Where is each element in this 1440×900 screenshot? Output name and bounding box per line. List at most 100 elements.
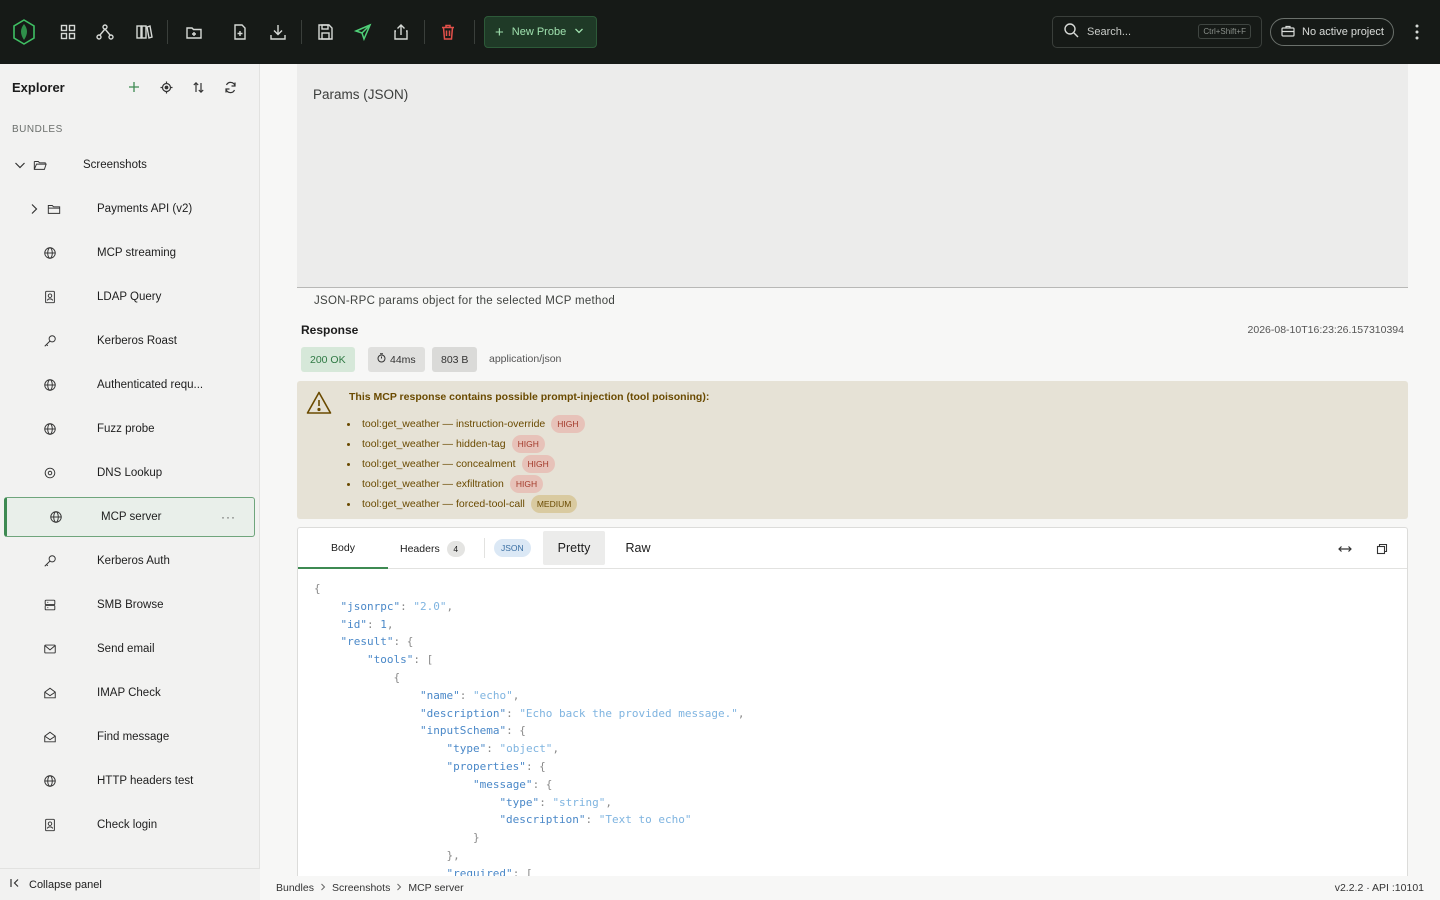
json-format-chip: JSON	[494, 539, 531, 557]
sidebar-item-label: Kerberos Auth	[97, 555, 170, 567]
sidebar-item-label: Kerberos Roast	[97, 335, 177, 347]
sidebar-item[interactable]: Kerberos Auth	[4, 541, 255, 581]
export-icon[interactable]	[385, 16, 417, 48]
sidebar-item[interactable]: LDAP Query	[4, 277, 255, 317]
response-body-panel: Body Headers 4 JSON Pretty Raw { "jsonrpc…	[297, 527, 1408, 900]
sidebar-item[interactable]: Fuzz probe	[4, 409, 255, 449]
breadcrumb-item[interactable]: Bundles	[276, 882, 314, 894]
search-icon	[1063, 22, 1079, 43]
sidebar-item[interactable]: Send email	[4, 629, 255, 669]
severity-badge: HIGH	[509, 475, 544, 493]
toolbar-divider	[474, 20, 475, 44]
tab-body[interactable]: Body	[298, 528, 388, 569]
collapse-left-icon	[10, 878, 20, 891]
raw-button[interactable]: Raw	[609, 531, 667, 565]
globe-icon	[42, 773, 58, 789]
warning-item-text: tool:get_weather — concealment	[362, 458, 516, 470]
sidebar-item[interactable]: Kerberos Roast	[4, 321, 255, 361]
search-shortcut: Ctrl+Shift+F	[1198, 24, 1251, 39]
sidebar-item-label: Find message	[97, 731, 170, 743]
new-folder-icon[interactable]	[178, 16, 210, 48]
new-probe-label: New Probe	[511, 26, 567, 38]
warning-item: tool:get_weather — forced-tool-call MEDIU…	[347, 495, 578, 513]
sidebar-item[interactable]: Screenshots	[4, 145, 255, 185]
sidebar-item[interactable]: HTTP headers test	[4, 761, 255, 801]
contact-icon	[42, 289, 58, 305]
breadcrumb-item[interactable]: Screenshots	[332, 882, 390, 894]
sidebar-item-label: Send email	[97, 643, 155, 655]
pretty-button[interactable]: Pretty	[543, 531, 605, 565]
search-input[interactable]: Search... Ctrl+Shift+F	[1052, 16, 1262, 48]
sidebar-item-label: MCP streaming	[97, 247, 177, 259]
top-toolbar: + New Probe Search... Ctrl+Shift+F No ac…	[0, 0, 1440, 64]
library-icon[interactable]	[128, 16, 160, 48]
response-json-code[interactable]: { "jsonrpc": "2.0", "id": 1, "result": {…	[314, 580, 744, 883]
warning-item: tool:get_weather — exfiltration HIGH	[347, 475, 544, 493]
sidebar-item[interactable]: Check login	[4, 805, 255, 845]
folder-open-icon	[32, 157, 48, 173]
explorer-title: Explorer	[12, 80, 65, 95]
refresh-icon[interactable]	[219, 76, 241, 98]
tab-headers[interactable]: Headers 4	[400, 528, 465, 569]
download-icon[interactable]	[262, 16, 294, 48]
grid-icon[interactable]	[52, 16, 84, 48]
plus-icon: +	[495, 23, 504, 41]
chevron-right-icon[interactable]	[26, 201, 42, 217]
trash-icon[interactable]	[432, 16, 464, 48]
sidebar-item[interactable]: MCP server ···	[4, 497, 255, 537]
sort-icon[interactable]	[187, 76, 209, 98]
folder-icon	[46, 201, 62, 217]
params-editor[interactable]: Params (JSON)	[297, 64, 1408, 288]
key-icon	[42, 333, 58, 349]
warning-triangle-icon	[306, 390, 332, 416]
sidebar-item[interactable]: Payments API (v2)	[4, 189, 255, 229]
severity-badge: HIGH	[551, 415, 585, 433]
chevron-down-icon	[574, 26, 584, 39]
save-icon[interactable]	[309, 16, 341, 48]
add-icon[interactable]	[123, 76, 145, 98]
bullet	[347, 422, 350, 426]
locate-icon[interactable]	[155, 76, 177, 98]
response-title: Response	[301, 323, 359, 337]
bundles-section-label: BUNDLES	[12, 124, 63, 135]
collapse-panel-button[interactable]: Collapse panel	[0, 868, 260, 900]
warning-item-text: tool:get_weather — instruction-override	[362, 418, 546, 430]
chevron-down-icon[interactable]	[12, 157, 28, 173]
expand-horizontal-icon[interactable]	[1338, 542, 1352, 560]
key-icon	[42, 553, 58, 569]
headers-count-badge: 4	[446, 540, 465, 557]
sidebar-item-label: DNS Lookup	[97, 467, 163, 479]
copy-icon[interactable]	[1376, 542, 1388, 560]
sidebar-item[interactable]: Find message	[4, 717, 255, 757]
briefcase-icon	[1281, 25, 1295, 40]
sidebar-item[interactable]: SMB Browse	[4, 585, 255, 625]
bullet	[347, 502, 350, 506]
sidebar-item-label: Screenshots	[83, 159, 147, 171]
new-probe-button[interactable]: + New Probe	[484, 16, 597, 48]
target-icon	[42, 465, 58, 481]
response-timestamp: 2026-08-10T16:23:26.157310394	[1247, 324, 1404, 336]
version-label: v2.2.2 · API :10101	[1334, 882, 1424, 894]
warning-item: tool:get_weather — hidden-tag HIGH	[347, 435, 545, 453]
prompt-injection-warning: This MCP response contains possible prom…	[297, 381, 1408, 519]
project-label: No active project	[1302, 26, 1384, 38]
globe-icon	[42, 377, 58, 393]
project-selector[interactable]: No active project	[1270, 18, 1394, 46]
sidebar-item[interactable]: DNS Lookup	[4, 453, 255, 493]
app-logo-icon	[8, 16, 40, 48]
collapse-panel-label: Collapse panel	[29, 878, 102, 891]
sidebar-item[interactable]: IMAP Check	[4, 673, 255, 713]
send-icon[interactable]	[347, 16, 379, 48]
more-vertical-icon[interactable]	[1410, 22, 1424, 42]
share-nodes-icon[interactable]	[89, 16, 121, 48]
breadcrumb-item[interactable]: MCP server	[408, 882, 463, 894]
more-horizontal-icon[interactable]: ···	[221, 510, 236, 524]
bullet	[347, 442, 350, 446]
sidebar-item[interactable]: Authenticated requ...	[4, 365, 255, 405]
content-type-label: application/json	[489, 353, 562, 365]
sidebar-item-label: Authenticated requ...	[97, 379, 204, 391]
status-badge: 200 OK	[301, 347, 355, 372]
sidebar-item[interactable]: MCP streaming	[4, 233, 255, 273]
bullet	[347, 462, 350, 466]
new-file-icon[interactable]	[224, 16, 256, 48]
